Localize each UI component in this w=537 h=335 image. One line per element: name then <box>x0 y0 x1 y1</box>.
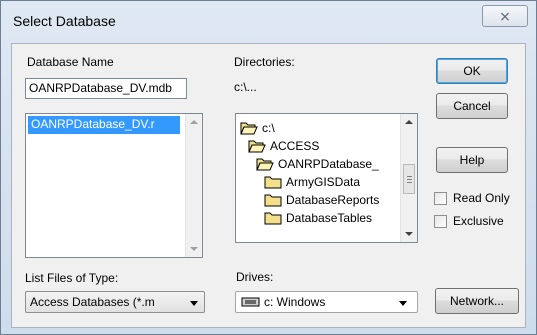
dialog-title: Select Database <box>13 13 116 29</box>
select-database-dialog: Select Database ⨯ Database Name OANRPDat… <box>0 0 537 335</box>
directory-tree[interactable]: c:\ ACCESS OANRPDatabase_ ArmyGISData Da… <box>235 113 418 243</box>
open-folder-icon <box>240 122 258 135</box>
scroll-thumb[interactable] <box>403 164 415 194</box>
folder-icon <box>264 176 282 189</box>
close-icon: ⨯ <box>499 8 511 24</box>
chevron-down-icon <box>190 301 198 306</box>
close-button[interactable]: ⨯ <box>482 5 528 27</box>
drives-label: Drives: <box>236 270 274 284</box>
directory-scrollbar[interactable] <box>400 114 417 242</box>
network-button[interactable]: Network... <box>435 288 519 314</box>
drives-value: c: Windows <box>264 295 326 309</box>
hard-drive-icon <box>241 297 260 307</box>
scroll-down-icon[interactable] <box>405 232 413 236</box>
file-type-label: List Files of Type: <box>25 271 119 285</box>
current-path-text: c:\... <box>234 80 257 94</box>
database-file-list[interactable]: OANRPDatabase_DV.r <box>25 113 203 258</box>
folder-icon <box>264 212 282 225</box>
title-bar[interactable]: Select Database ⨯ <box>1 1 536 41</box>
read-only-checkbox[interactable] <box>434 192 447 205</box>
directories-label: Directories: <box>234 55 295 69</box>
scroll-up-icon[interactable] <box>405 120 413 124</box>
file-list-scrollbar[interactable] <box>185 114 202 257</box>
exclusive-checkbox[interactable] <box>434 215 447 228</box>
drives-dropdown[interactable]: c: Windows <box>235 291 418 313</box>
help-button[interactable]: Help <box>436 147 508 173</box>
chevron-down-icon <box>399 301 407 306</box>
scroll-up-icon[interactable] <box>190 120 198 124</box>
scroll-down-icon[interactable] <box>190 247 198 251</box>
open-folder-icon <box>248 140 266 153</box>
database-name-input[interactable]: OANRPDatabase_DV.mdb <box>25 78 187 99</box>
database-name-label: Database Name <box>27 55 114 69</box>
read-only-label: Read Only <box>453 191 510 205</box>
cancel-button[interactable]: Cancel <box>436 93 508 119</box>
exclusive-label: Exclusive <box>453 214 504 228</box>
ok-button[interactable]: OK <box>436 58 508 84</box>
folder-icon <box>264 194 282 207</box>
dialog-client-area: Database Name OANRPDatabase_DV.mdb OANRP… <box>11 43 526 328</box>
file-type-value: Access Databases (*.m <box>30 295 155 309</box>
open-folder-icon <box>256 158 274 171</box>
list-item-selected[interactable]: OANRPDatabase_DV.r <box>28 116 180 134</box>
file-type-dropdown[interactable]: Access Databases (*.m <box>25 291 205 313</box>
